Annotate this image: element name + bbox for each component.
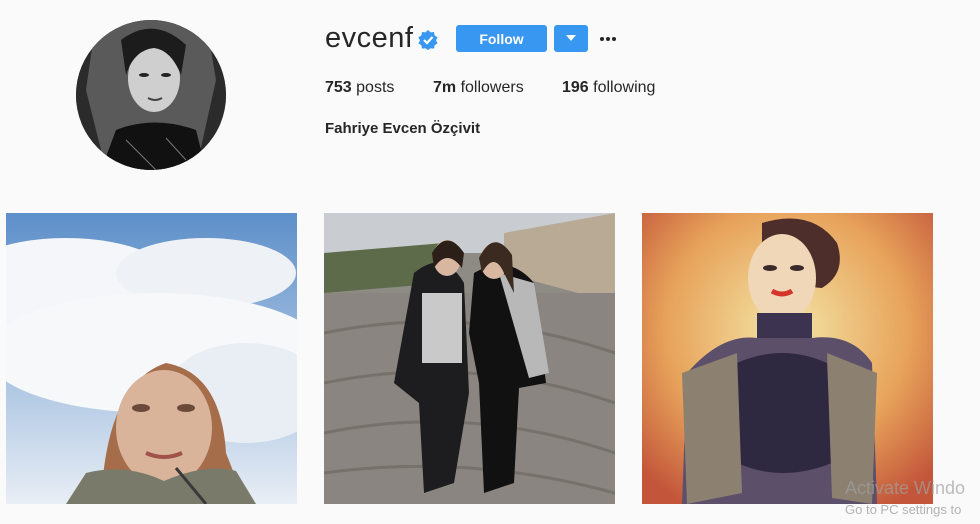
following-count: 196 (562, 79, 589, 96)
chevron-down-icon (566, 35, 576, 41)
followers-stat[interactable]: 7m followers (433, 79, 524, 97)
following-label: following (593, 79, 656, 96)
followers-count: 7m (433, 79, 457, 96)
follow-button[interactable]: Follow (456, 25, 547, 52)
post-tile-3[interactable] (642, 213, 933, 504)
posts-label: posts (356, 79, 395, 96)
profile-avatar[interactable] (76, 20, 226, 170)
post-tile-1[interactable] (6, 213, 297, 504)
posts-stat: 753 posts (325, 79, 394, 97)
windows-activation-hint: Go to PC settings to (845, 502, 962, 517)
more-options-icon[interactable] (598, 30, 618, 46)
post-tile-2[interactable] (324, 213, 615, 504)
verified-badge-icon (418, 30, 438, 50)
suggestions-dropdown-button[interactable] (554, 25, 588, 52)
windows-activation-watermark: Activate Windo (845, 478, 966, 498)
following-stat[interactable]: 196 following (562, 79, 655, 97)
posts-count: 753 (325, 79, 352, 96)
followers-label: followers (460, 79, 524, 96)
username: evcenf (325, 22, 414, 54)
full-name: Fahriye Evcen Özçivit (325, 120, 481, 137)
